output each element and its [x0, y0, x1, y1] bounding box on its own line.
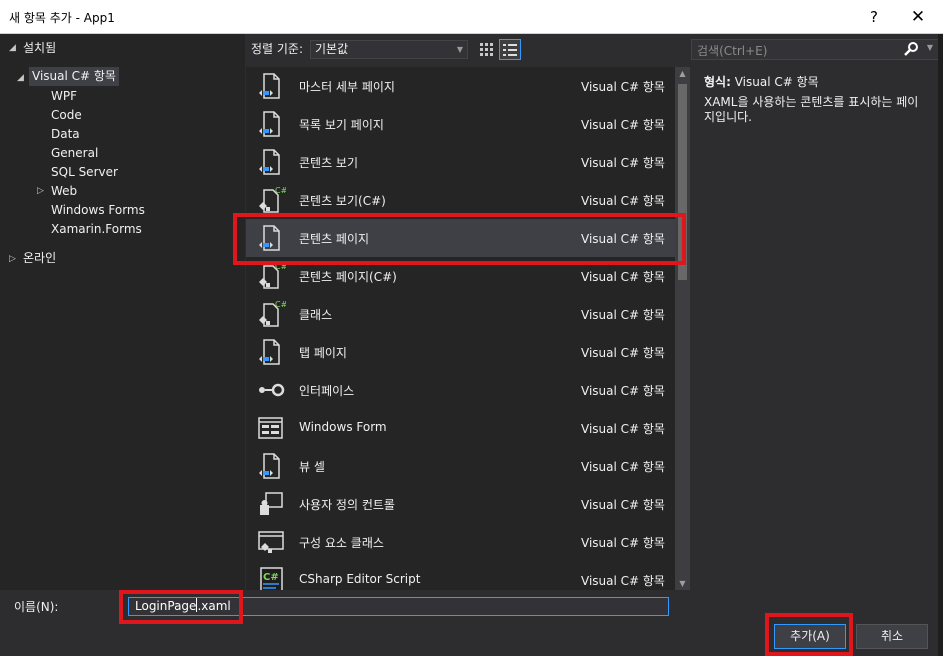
interface-icon: [256, 375, 286, 405]
list-item[interactable]: 마스터 세부 페이지 Visual C# 항목: [246, 67, 676, 105]
item-name: CSharp Editor Script: [299, 572, 421, 586]
help-button[interactable]: ?: [859, 4, 889, 30]
item-type: Visual C# 항목: [581, 194, 665, 208]
item-name: 인터페이스: [299, 384, 355, 398]
highlight-box-add-button: [765, 613, 853, 656]
highlight-box-name-input: [119, 590, 243, 624]
tree-node-xamarin-forms[interactable]: Xamarin.Forms: [51, 220, 142, 239]
item-type: Visual C# 항목: [581, 270, 665, 284]
sort-label: 정렬 기준:: [251, 42, 304, 56]
item-name: 마스터 세부 페이지: [299, 80, 395, 94]
list-view-button[interactable]: [499, 39, 521, 60]
chevron-down-icon: ▼: [456, 45, 463, 54]
item-name: 구성 요소 클래스: [299, 536, 384, 550]
item-name: 뷰 셀: [299, 460, 325, 474]
item-name: 콘텐츠 보기: [299, 156, 359, 170]
list-item[interactable]: 뷰 셀 Visual C# 항목: [246, 447, 676, 485]
item-type: Visual C# 항목: [581, 156, 665, 170]
item-name: 목록 보기 페이지: [299, 118, 384, 132]
tree-node-web[interactable]: Web: [51, 182, 77, 201]
close-button[interactable]: ✕: [903, 4, 933, 30]
collapse-arrow-icon[interactable]: ◢: [17, 73, 24, 83]
item-type: Visual C# 항목: [581, 460, 665, 474]
xaml-page-icon: [256, 337, 286, 367]
list-item[interactable]: 사용자 정의 컨트롤 Visual C# 항목: [246, 485, 676, 523]
search-input[interactable]: 검색(Ctrl+E): [697, 42, 767, 59]
svg-text:C#: C#: [275, 300, 286, 309]
xaml-page-icon: [256, 71, 286, 101]
tree-node-installed[interactable]: 설치됨: [23, 39, 56, 58]
details-type: 형식: Visual C# 항목: [704, 73, 819, 90]
window-title: 새 항목 추가 - App1: [9, 11, 115, 25]
details-type-value: Visual C# 항목: [734, 75, 819, 89]
sort-select[interactable]: 기본값 ▼: [310, 40, 468, 59]
collapse-arrow-icon[interactable]: ◢: [9, 43, 16, 53]
details-type-label: 형식:: [704, 75, 731, 89]
cancel-button[interactable]: 취소: [856, 624, 928, 649]
highlight-box-selected-item: [233, 213, 686, 265]
expand-arrow-icon[interactable]: ▷: [37, 186, 44, 196]
list-item[interactable]: C# 클래스 Visual C# 항목: [246, 295, 676, 333]
component-class-icon: [256, 527, 286, 557]
item-type: Visual C# 항목: [581, 574, 665, 588]
list-item[interactable]: 탭 페이지 Visual C# 항목: [246, 333, 676, 371]
csharp-class-icon: C#: [256, 299, 288, 329]
grid-view-icon: [480, 42, 493, 56]
item-name: 클래스: [299, 308, 333, 322]
csharp-script-icon: C#: [256, 565, 286, 590]
xaml-page-icon: [256, 109, 286, 139]
item-type: Visual C# 항목: [581, 498, 665, 512]
xaml-page-icon: [256, 451, 286, 481]
svg-text:C#: C#: [263, 572, 279, 583]
item-name: Windows Form: [299, 420, 387, 434]
tree-node-code[interactable]: Code: [51, 106, 82, 125]
name-label: 이름(N):: [14, 600, 59, 614]
item-type: Visual C# 항목: [581, 536, 665, 550]
user-control-icon: [256, 489, 286, 519]
sort-value: 기본값: [315, 42, 349, 56]
windows-form-icon: [256, 413, 286, 443]
tree-node-windows-forms[interactable]: Windows Forms: [51, 201, 145, 220]
list-item[interactable]: 구성 요소 클래스 Visual C# 항목: [246, 523, 676, 561]
search-box[interactable]: 검색(Ctrl+E) ▼: [691, 39, 939, 60]
template-list: 마스터 세부 페이지 Visual C# 항목 목록 보기 페이지 Visual C#…: [246, 67, 690, 590]
item-type: Visual C# 항목: [581, 384, 665, 398]
scroll-down-icon[interactable]: ▼: [675, 579, 690, 588]
expand-arrow-icon[interactable]: ▷: [9, 254, 16, 264]
list-item[interactable]: 목록 보기 페이지 Visual C# 항목: [246, 105, 676, 143]
item-name: 콘텐츠 페이지(C#): [299, 270, 397, 284]
list-item[interactable]: C# CSharp Editor Script Visual C# 항목: [246, 561, 676, 590]
small-icons-view-button[interactable]: [476, 39, 498, 60]
tree-node-data[interactable]: Data: [51, 125, 80, 144]
svg-text:C#: C#: [275, 186, 286, 195]
item-type: Visual C# 항목: [581, 80, 665, 94]
item-name: 탭 페이지: [299, 346, 347, 360]
list-item[interactable]: Windows Form Visual C# 항목: [246, 409, 676, 447]
chevron-down-icon[interactable]: ▼: [927, 43, 933, 52]
item-type: Visual C# 항목: [581, 346, 665, 360]
list-scrollbar[interactable]: ▲ ▼: [675, 67, 690, 590]
category-tree: ◢ 설치됨 ◢ Visual C# 항목 WPF Code Data Gener…: [0, 34, 245, 590]
scroll-up-icon[interactable]: ▲: [675, 69, 690, 78]
csharp-class-icon: C#: [256, 185, 288, 215]
item-type: Visual C# 항목: [581, 422, 665, 436]
tree-node-online[interactable]: 온라인: [23, 249, 56, 268]
xaml-page-icon: [256, 147, 286, 177]
window-edge: [938, 34, 943, 656]
list-item[interactable]: 콘텐츠 보기 Visual C# 항목: [246, 143, 676, 181]
list-view-icon: [503, 43, 517, 56]
item-name: 사용자 정의 컨트롤: [299, 498, 395, 512]
tree-node-wpf[interactable]: WPF: [51, 87, 77, 106]
title-bar: 새 항목 추가 - App1 ? ✕: [0, 0, 943, 34]
item-type: Visual C# 항목: [581, 118, 665, 132]
details-description: XAML을 사용하는 콘텐츠를 표시하는 페이지입니다.: [704, 95, 919, 124]
item-name: 콘텐츠 보기(C#): [299, 194, 386, 208]
item-type: Visual C# 항목: [581, 308, 665, 322]
list-item[interactable]: 인터페이스 Visual C# 항목: [246, 371, 676, 409]
search-icon[interactable]: [904, 41, 918, 57]
csharp-class-icon: C#: [256, 261, 288, 291]
tree-node-visual-cs[interactable]: Visual C# 항목: [29, 67, 119, 86]
tree-node-sql-server[interactable]: SQL Server: [51, 163, 118, 182]
tree-node-general[interactable]: General: [51, 144, 98, 163]
